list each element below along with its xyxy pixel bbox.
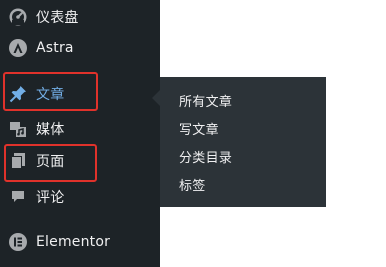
sidebar-item-label: 媒体 xyxy=(36,122,65,138)
astra-logo-icon xyxy=(8,38,28,58)
sidebar-item-label: 仪表盘 xyxy=(36,10,79,26)
submenu-item-add-new[interactable]: 写文章 xyxy=(179,119,219,138)
sidebar-item-label: 页面 xyxy=(36,154,65,170)
media-icon xyxy=(8,119,28,139)
sidebar-item-label: 评论 xyxy=(36,190,65,206)
sidebar-item-posts[interactable]: 文章 xyxy=(0,77,160,111)
sidebar-item-comments[interactable]: 评论 xyxy=(0,180,160,214)
sidebar-item-label: Elementor xyxy=(36,234,111,250)
posts-submenu: 所有文章 写文章 分类目录 标签 xyxy=(160,77,326,207)
admin-sidebar: 仪表盘 Astra 文章 媒体 页面 评论 Elementor xyxy=(0,0,160,267)
dashboard-icon xyxy=(8,7,28,27)
sidebar-item-label: Astra xyxy=(36,40,74,56)
sidebar-item-media[interactable]: 媒体 xyxy=(0,112,160,146)
submenu-item-tags[interactable]: 标签 xyxy=(179,175,206,194)
sidebar-item-label: 文章 xyxy=(36,87,65,103)
sidebar-item-astra[interactable]: Astra xyxy=(0,31,160,65)
pages-icon xyxy=(8,151,28,171)
submenu-item-all-posts[interactable]: 所有文章 xyxy=(179,91,232,110)
sidebar-item-dashboard[interactable]: 仪表盘 xyxy=(0,0,160,34)
submenu-item-categories[interactable]: 分类目录 xyxy=(179,147,232,166)
sidebar-item-pages[interactable]: 页面 xyxy=(0,144,160,178)
comment-icon xyxy=(8,187,28,207)
flyout-pointer xyxy=(152,90,160,106)
sidebar-item-elementor[interactable]: Elementor xyxy=(0,225,160,259)
pin-icon xyxy=(8,84,28,104)
elementor-icon xyxy=(8,232,28,252)
